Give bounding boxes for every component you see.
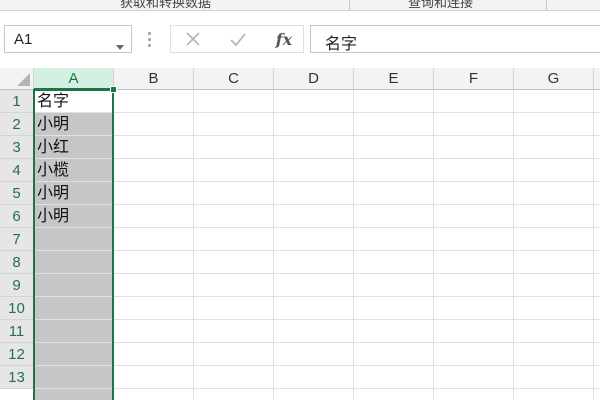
gridline [433, 90, 434, 400]
ribbon-separator [349, 0, 350, 10]
row-header-7[interactable]: 7 [0, 228, 34, 251]
row-header-5[interactable]: 5 [0, 182, 34, 205]
row-header-11[interactable]: 11 [0, 320, 34, 343]
fx-icon: fx [275, 29, 293, 49]
column-header-e[interactable]: E [354, 68, 434, 90]
row-header-8[interactable]: 8 [0, 251, 34, 274]
chevron-down-icon[interactable] [116, 37, 124, 55]
gridline [513, 90, 514, 400]
gridline [353, 90, 354, 400]
column-header-h[interactable] [594, 68, 600, 90]
gridline [593, 90, 594, 400]
ribbon-group-labels: 获取和转换数据 查询和连接 [0, 0, 600, 11]
gridline [273, 90, 274, 400]
ribbon-group-get-transform: 获取和转换数据 [120, 0, 212, 10]
row-header-2[interactable]: 2 [0, 113, 34, 136]
row-header-4[interactable]: 4 [0, 159, 34, 182]
row-header-3[interactable]: 3 [0, 136, 34, 159]
cell-a4[interactable]: 小榄 [37, 159, 69, 182]
gridline [34, 181, 600, 182]
gridline [34, 204, 600, 205]
gridline [34, 112, 600, 113]
gridline [34, 365, 600, 366]
cell-a5[interactable]: 小明 [37, 182, 69, 205]
column-header-g[interactable]: G [514, 68, 594, 90]
column-header-c[interactable]: C [194, 68, 274, 90]
column-header-a[interactable]: A [34, 68, 114, 90]
column-header-d[interactable]: D [274, 68, 354, 90]
gridline [34, 158, 600, 159]
name-box[interactable]: A1 [4, 25, 132, 53]
gridline [34, 388, 600, 389]
formula-bar: A1 fx 名字 [0, 11, 600, 69]
select-all-button[interactable] [0, 68, 34, 90]
ribbon-group-queries-connections: 查询和连接 [408, 0, 474, 10]
row-header-6[interactable]: 6 [0, 205, 34, 228]
gridline [193, 90, 194, 400]
row-header-1[interactable]: 1 [0, 90, 34, 113]
select-all-triangle-icon [17, 73, 30, 86]
row-header-12[interactable]: 12 [0, 343, 34, 366]
row-header-10[interactable]: 10 [0, 297, 34, 320]
gridline [34, 296, 600, 297]
formula-buttons: fx [170, 25, 304, 53]
gridline [34, 135, 600, 136]
formula-input-value: 名字 [325, 36, 358, 53]
row-header-9[interactable]: 9 [0, 274, 34, 297]
formula-input[interactable]: 名字 [310, 25, 600, 53]
column-header-b[interactable]: B [114, 68, 194, 90]
gridline [34, 273, 600, 274]
cell-a2[interactable]: 小明 [37, 113, 69, 136]
name-box-value: A1 [14, 31, 33, 48]
cell-grid[interactable]: 名字 小明 小红 小榄 小明 小明 [33, 86, 600, 400]
close-icon[interactable] [179, 26, 207, 52]
fill-handle[interactable] [110, 86, 117, 93]
gridline [34, 250, 600, 251]
cell-a3[interactable]: 小红 [37, 136, 69, 159]
cell-a6[interactable]: 小明 [37, 205, 69, 228]
column-header-f[interactable]: F [434, 68, 514, 90]
grip-handle-icon[interactable] [148, 32, 151, 50]
row-header-13[interactable]: 13 [0, 366, 34, 389]
gridline [34, 342, 600, 343]
gridline [34, 319, 600, 320]
gridline [113, 90, 114, 400]
gridline [34, 227, 600, 228]
spreadsheet-grid: A B C D E F G 1 2 3 4 5 6 7 8 9 10 11 12… [0, 68, 600, 400]
check-icon[interactable] [223, 26, 253, 52]
ribbon-separator [546, 0, 547, 10]
insert-function-button[interactable]: fx [269, 26, 299, 52]
cell-a1[interactable]: 名字 [37, 90, 69, 113]
